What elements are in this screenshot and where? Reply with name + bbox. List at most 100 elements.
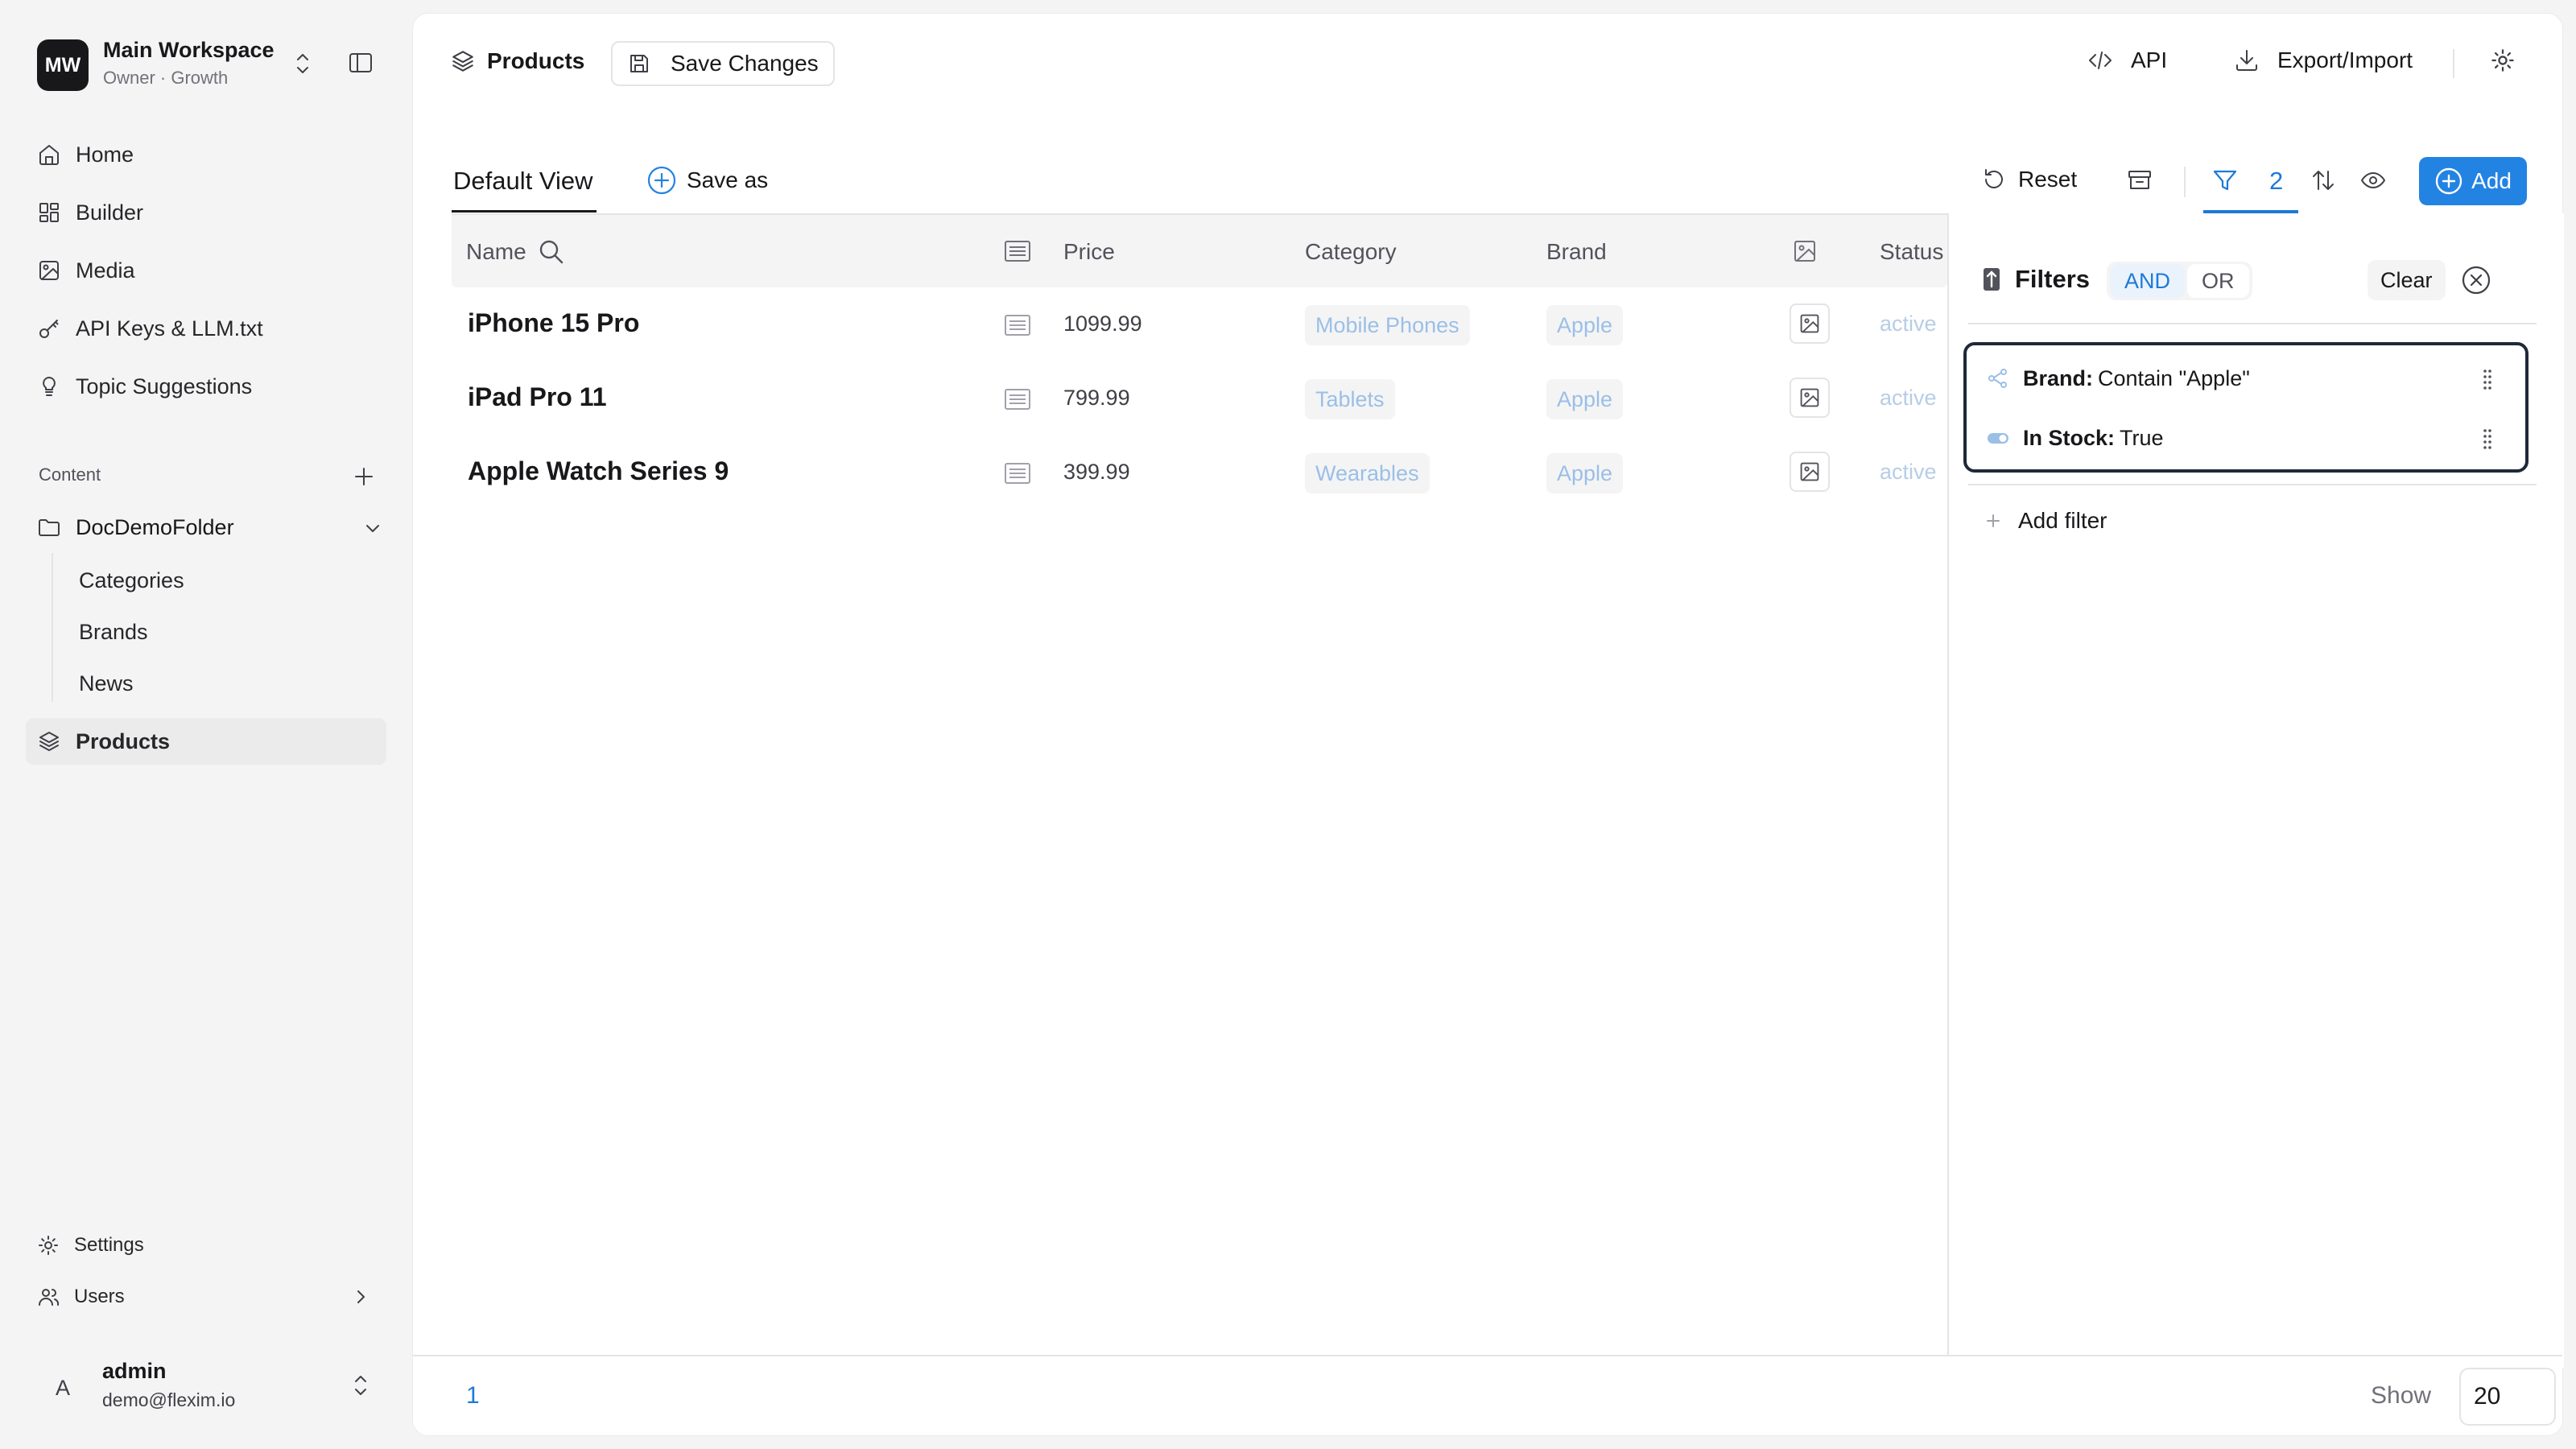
chevrons-up-down-icon[interactable] — [349, 1372, 372, 1399]
filter-condition: True — [2120, 425, 2164, 450]
save-as-button[interactable]: Save as — [646, 165, 768, 196]
breadcrumb: Products — [450, 48, 584, 74]
brand-chip[interactable]: Apple — [1546, 453, 1624, 493]
column-header-name[interactable]: Name — [466, 239, 526, 265]
nav-label: Home — [76, 142, 134, 167]
tab-default-view[interactable]: Default View — [453, 167, 592, 196]
add-filter-button[interactable]: Add filter — [1981, 508, 2107, 534]
sidebar-item-news[interactable]: News — [79, 664, 134, 703]
plus-circle-icon — [2434, 167, 2471, 196]
folder-icon — [37, 515, 76, 539]
user-name: admin — [102, 1359, 167, 1383]
download-icon — [2234, 47, 2277, 73]
gear-icon — [37, 1234, 74, 1257]
key-icon — [37, 316, 76, 341]
status-badge: active — [1880, 386, 1937, 410]
sidebar-item-products[interactable]: Products — [26, 718, 386, 765]
reset-button[interactable]: Reset — [1981, 167, 2077, 192]
column-header-category[interactable]: Category — [1305, 239, 1397, 265]
and-toggle[interactable]: AND — [2110, 264, 2186, 298]
search-icon[interactable] — [537, 237, 566, 266]
breadcrumb-label: Products — [487, 48, 585, 73]
brand-chip[interactable]: Apple — [1546, 305, 1624, 345]
filters-title: Filters — [1981, 265, 2090, 294]
nav-item-media[interactable]: Media — [37, 248, 135, 293]
layers-icon — [37, 729, 76, 753]
workspace-subtitle: Owner · Growth — [103, 68, 229, 88]
filter-count-badge[interactable]: 2 — [2269, 167, 2283, 196]
image-thumbnail[interactable] — [1790, 378, 1830, 418]
export-import-button[interactable]: Export/Import — [2234, 47, 2413, 73]
plus-circle-icon — [646, 165, 687, 196]
home-icon — [37, 142, 76, 167]
lightbulb-icon — [37, 374, 76, 398]
table-header: Name Price Category Brand Status — [452, 213, 1947, 287]
image-thumbnail[interactable] — [1790, 303, 1830, 344]
grid-icon — [37, 200, 76, 225]
clear-filters-button[interactable]: Clear — [2368, 260, 2446, 300]
text-icon — [1004, 461, 1031, 485]
drag-handle-icon[interactable] — [2482, 368, 2493, 390]
filter-icon[interactable] — [2211, 167, 2239, 194]
sidebar-item-users[interactable]: Users — [37, 1277, 125, 1317]
text-icon — [1004, 313, 1031, 337]
nav-item-home[interactable]: Home — [37, 132, 134, 177]
page-number[interactable]: 1 — [466, 1382, 480, 1410]
code-icon — [2087, 48, 2131, 72]
sidebar-item-settings[interactable]: Settings — [37, 1225, 144, 1265]
product-price: 799.99 — [1063, 386, 1130, 410]
active-filters-list: Brand: Contain "Apple" In Stock: True — [1963, 342, 2529, 473]
nav-label: Builder — [76, 200, 144, 225]
save-changes-label: Save Changes — [671, 51, 819, 76]
settings-label: Settings — [74, 1234, 144, 1256]
drag-handle-icon[interactable] — [2482, 427, 2493, 450]
category-chip[interactable]: Mobile Phones — [1305, 305, 1470, 345]
add-content-icon[interactable] — [353, 465, 375, 488]
page-size-input[interactable] — [2459, 1368, 2556, 1426]
sidebar-item-categories[interactable]: Categories — [79, 561, 184, 600]
column-header-status[interactable]: Status — [1880, 239, 1943, 265]
category-chip[interactable]: Wearables — [1305, 453, 1430, 493]
product-name[interactable]: iPhone 15 Pro — [468, 308, 639, 338]
image-icon — [37, 258, 76, 283]
workspace-switcher[interactable]: MW Main Workspace Owner · Growth — [37, 37, 383, 92]
nav-item-api-keys[interactable]: API Keys & LLM.txt — [37, 306, 263, 351]
product-price: 1099.99 — [1063, 312, 1142, 336]
divider — [2453, 49, 2454, 78]
save-changes-button[interactable]: Save Changes — [611, 41, 835, 86]
nav-item-builder[interactable]: Builder — [37, 190, 143, 235]
image-thumbnail[interactable] — [1790, 452, 1830, 492]
table-row[interactable]: iPad Pro 11 799.99 Tablets Apple active — [452, 361, 1947, 436]
brand-chip[interactable]: Apple — [1546, 379, 1624, 419]
category-chip[interactable]: Tablets — [1305, 379, 1395, 419]
add-button[interactable]: Add — [2419, 157, 2527, 205]
filter-item-brand[interactable]: Brand: Contain "Apple" — [1986, 358, 2509, 398]
product-name[interactable]: Apple Watch Series 9 — [468, 456, 729, 486]
sidebar-toggle-icon[interactable] — [348, 50, 374, 76]
nav-label: Topic Suggestions — [76, 374, 253, 398]
products-table: Name Price Category Brand Status iPhone … — [452, 213, 1947, 1364]
close-circle-icon[interactable] — [2461, 265, 2491, 295]
product-price: 399.99 — [1063, 460, 1130, 484]
column-header-brand[interactable]: Brand — [1546, 239, 1607, 265]
users-label: Users — [74, 1286, 125, 1307]
archive-icon[interactable] — [2126, 167, 2153, 194]
avatar[interactable]: A — [37, 1362, 89, 1414]
filter-field: Brand: — [2023, 365, 2093, 390]
table-row[interactable]: iPhone 15 Pro 1099.99 Mobile Phones Appl… — [452, 287, 1947, 361]
api-button[interactable]: API — [2087, 47, 2167, 73]
text-column-icon — [1004, 239, 1031, 263]
filter-item-in-stock[interactable]: In Stock: True — [1986, 418, 2509, 458]
nav-item-topic-suggestions[interactable]: Topic Suggestions — [37, 364, 252, 409]
sort-icon[interactable] — [2310, 167, 2337, 194]
sidebar-item-brands[interactable]: Brands — [79, 613, 148, 651]
folder-docdemofolder[interactable]: DocDemoFolder — [37, 505, 383, 550]
gear-icon[interactable] — [2490, 47, 2516, 73]
table-row[interactable]: Apple Watch Series 9 399.99 Wearables Ap… — [452, 436, 1947, 510]
eye-icon[interactable] — [2359, 167, 2387, 194]
or-toggle[interactable]: OR — [2187, 264, 2249, 298]
plus-icon — [1981, 509, 2018, 533]
relation-icon — [1986, 366, 2023, 390]
product-name[interactable]: iPad Pro 11 — [468, 382, 607, 412]
column-header-price[interactable]: Price — [1063, 239, 1115, 265]
